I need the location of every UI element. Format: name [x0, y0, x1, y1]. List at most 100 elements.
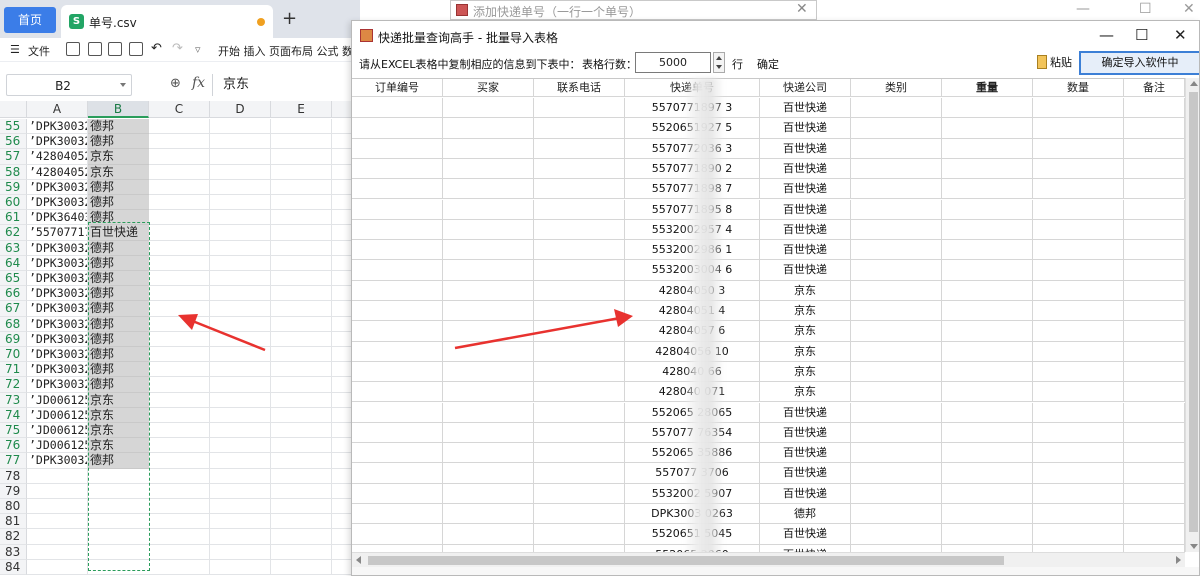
table-cell[interactable]: [851, 443, 942, 464]
cell-b[interactable]: 德邦: [88, 240, 149, 256]
row-header[interactable]: 55: [0, 119, 27, 135]
table-cell[interactable]: [1124, 98, 1185, 119]
row-header[interactable]: 61: [0, 210, 27, 226]
table-cell[interactable]: [1033, 321, 1124, 342]
tracking-number-cell[interactable]: 428040 071: [625, 382, 760, 403]
row-header[interactable]: 67: [0, 301, 27, 317]
cell-a[interactable]: [27, 483, 88, 499]
tracking-number-cell[interactable]: 552065 28065: [625, 402, 760, 423]
table-cell[interactable]: [851, 422, 942, 444]
tracking-number-cell[interactable]: 5570771898 7: [625, 179, 760, 200]
row-header[interactable]: 63: [0, 240, 27, 256]
column-header-b[interactable]: B: [88, 101, 149, 118]
table-cell[interactable]: [1033, 341, 1124, 362]
table-cell[interactable]: [942, 321, 1033, 342]
table-cell[interactable]: [352, 98, 443, 119]
cell-b[interactable]: 京东: [88, 149, 149, 165]
table-cell[interactable]: [534, 443, 625, 464]
tracking-number-cell[interactable]: 5520651 5045: [625, 524, 760, 545]
table-cell[interactable]: [534, 138, 625, 159]
table-cell[interactable]: [851, 524, 942, 545]
empty-cells[interactable]: [149, 301, 360, 317]
table-cell[interactable]: [942, 138, 1033, 159]
tracking-number-cell[interactable]: 428040 66: [625, 361, 760, 383]
courier-company-cell[interactable]: 百世快递: [760, 544, 851, 552]
print-preview-icon[interactable]: [129, 42, 143, 56]
table-cell[interactable]: [1124, 382, 1185, 403]
empty-cells[interactable]: [149, 483, 360, 499]
empty-cells[interactable]: [149, 119, 360, 135]
table-cell[interactable]: [1033, 422, 1124, 444]
row-header[interactable]: 74: [0, 407, 27, 423]
cell-b[interactable]: [88, 483, 149, 499]
row-header[interactable]: 76: [0, 438, 27, 454]
row-header[interactable]: 79: [0, 483, 27, 499]
table-cell[interactable]: [534, 118, 625, 139]
maximize-button[interactable]: ☐: [1135, 26, 1148, 44]
table-cell[interactable]: [443, 463, 534, 484]
cell-a[interactable]: ’DPK30032: [27, 362, 88, 378]
vertical-scroll-thumb[interactable]: [1189, 92, 1198, 532]
table-header-1[interactable]: 买家: [443, 79, 534, 97]
row-header[interactable]: 75: [0, 423, 27, 439]
table-cell[interactable]: [443, 260, 534, 281]
table-cell[interactable]: [1033, 443, 1124, 464]
tracking-number-cell[interactable]: 5570771897 3: [625, 98, 760, 119]
row-header[interactable]: 69: [0, 331, 27, 347]
table-cell[interactable]: [942, 544, 1033, 552]
rows-count-stepper[interactable]: [713, 52, 725, 73]
table-cell[interactable]: [1033, 382, 1124, 403]
empty-cells[interactable]: [149, 195, 360, 211]
cell-b[interactable]: [88, 499, 149, 515]
table-cell[interactable]: [352, 341, 443, 362]
empty-cells[interactable]: [149, 164, 360, 180]
empty-cells[interactable]: [149, 255, 360, 271]
table-cell[interactable]: [851, 219, 942, 241]
row-header[interactable]: 66: [0, 286, 27, 302]
table-cell[interactable]: [352, 422, 443, 444]
horizontal-scroll-thumb[interactable]: [368, 556, 1004, 565]
formula-input[interactable]: 京东: [212, 74, 360, 96]
table-cell[interactable]: [534, 544, 625, 552]
export-pdf-icon[interactable]: [88, 42, 102, 56]
row-header[interactable]: 56: [0, 134, 27, 150]
spreadsheet-grid[interactable]: A B C D E 55 ’DPK30032 德邦 56 ’DPK30032 德邦 57’4…: [0, 101, 360, 576]
table-cell[interactable]: [851, 98, 942, 119]
tracking-number-cell[interactable]: DPK3003 0263: [625, 504, 760, 525]
cell-b[interactable]: 德邦: [88, 362, 149, 378]
scroll-left-icon[interactable]: [356, 556, 361, 564]
tracking-number-cell[interactable]: 5532002957 4: [625, 219, 760, 241]
scroll-up-icon[interactable]: [1190, 81, 1198, 86]
cell-b[interactable]: 德邦: [88, 286, 149, 302]
table-cell[interactable]: [1124, 138, 1185, 159]
cell-b[interactable]: 德邦: [88, 331, 149, 347]
cell-b[interactable]: 京东: [88, 423, 149, 439]
table-cell[interactable]: [1033, 402, 1124, 423]
cell-b[interactable]: [88, 468, 149, 484]
empty-cells[interactable]: [149, 240, 360, 256]
cell-b[interactable]: 德邦: [88, 453, 149, 469]
column-header-d[interactable]: D: [210, 101, 271, 118]
table-cell[interactable]: [851, 260, 942, 281]
scroll-down-icon[interactable]: [1190, 544, 1198, 549]
table-cell[interactable]: [443, 240, 534, 261]
table-cell[interactable]: [1124, 240, 1185, 261]
table-cell[interactable]: [534, 504, 625, 525]
table-cell[interactable]: [1033, 544, 1124, 552]
table-cell[interactable]: [352, 524, 443, 545]
table-cell[interactable]: [851, 301, 942, 322]
row-header[interactable]: 62: [0, 225, 27, 241]
empty-cells[interactable]: [149, 286, 360, 302]
empty-cells[interactable]: [149, 134, 360, 150]
empty-cells[interactable]: [149, 438, 360, 454]
empty-cells[interactable]: [149, 377, 360, 393]
courier-company-cell[interactable]: 百世快递: [760, 463, 851, 484]
cell-b[interactable]: 德邦: [88, 347, 149, 363]
table-cell[interactable]: [352, 544, 443, 552]
table-cell[interactable]: [942, 98, 1033, 119]
table-cell[interactable]: [942, 382, 1033, 403]
table-cell[interactable]: [851, 321, 942, 342]
table-cell[interactable]: [352, 260, 443, 281]
cell-a[interactable]: ’DPK30032: [27, 347, 88, 363]
empty-cells[interactable]: [149, 149, 360, 165]
